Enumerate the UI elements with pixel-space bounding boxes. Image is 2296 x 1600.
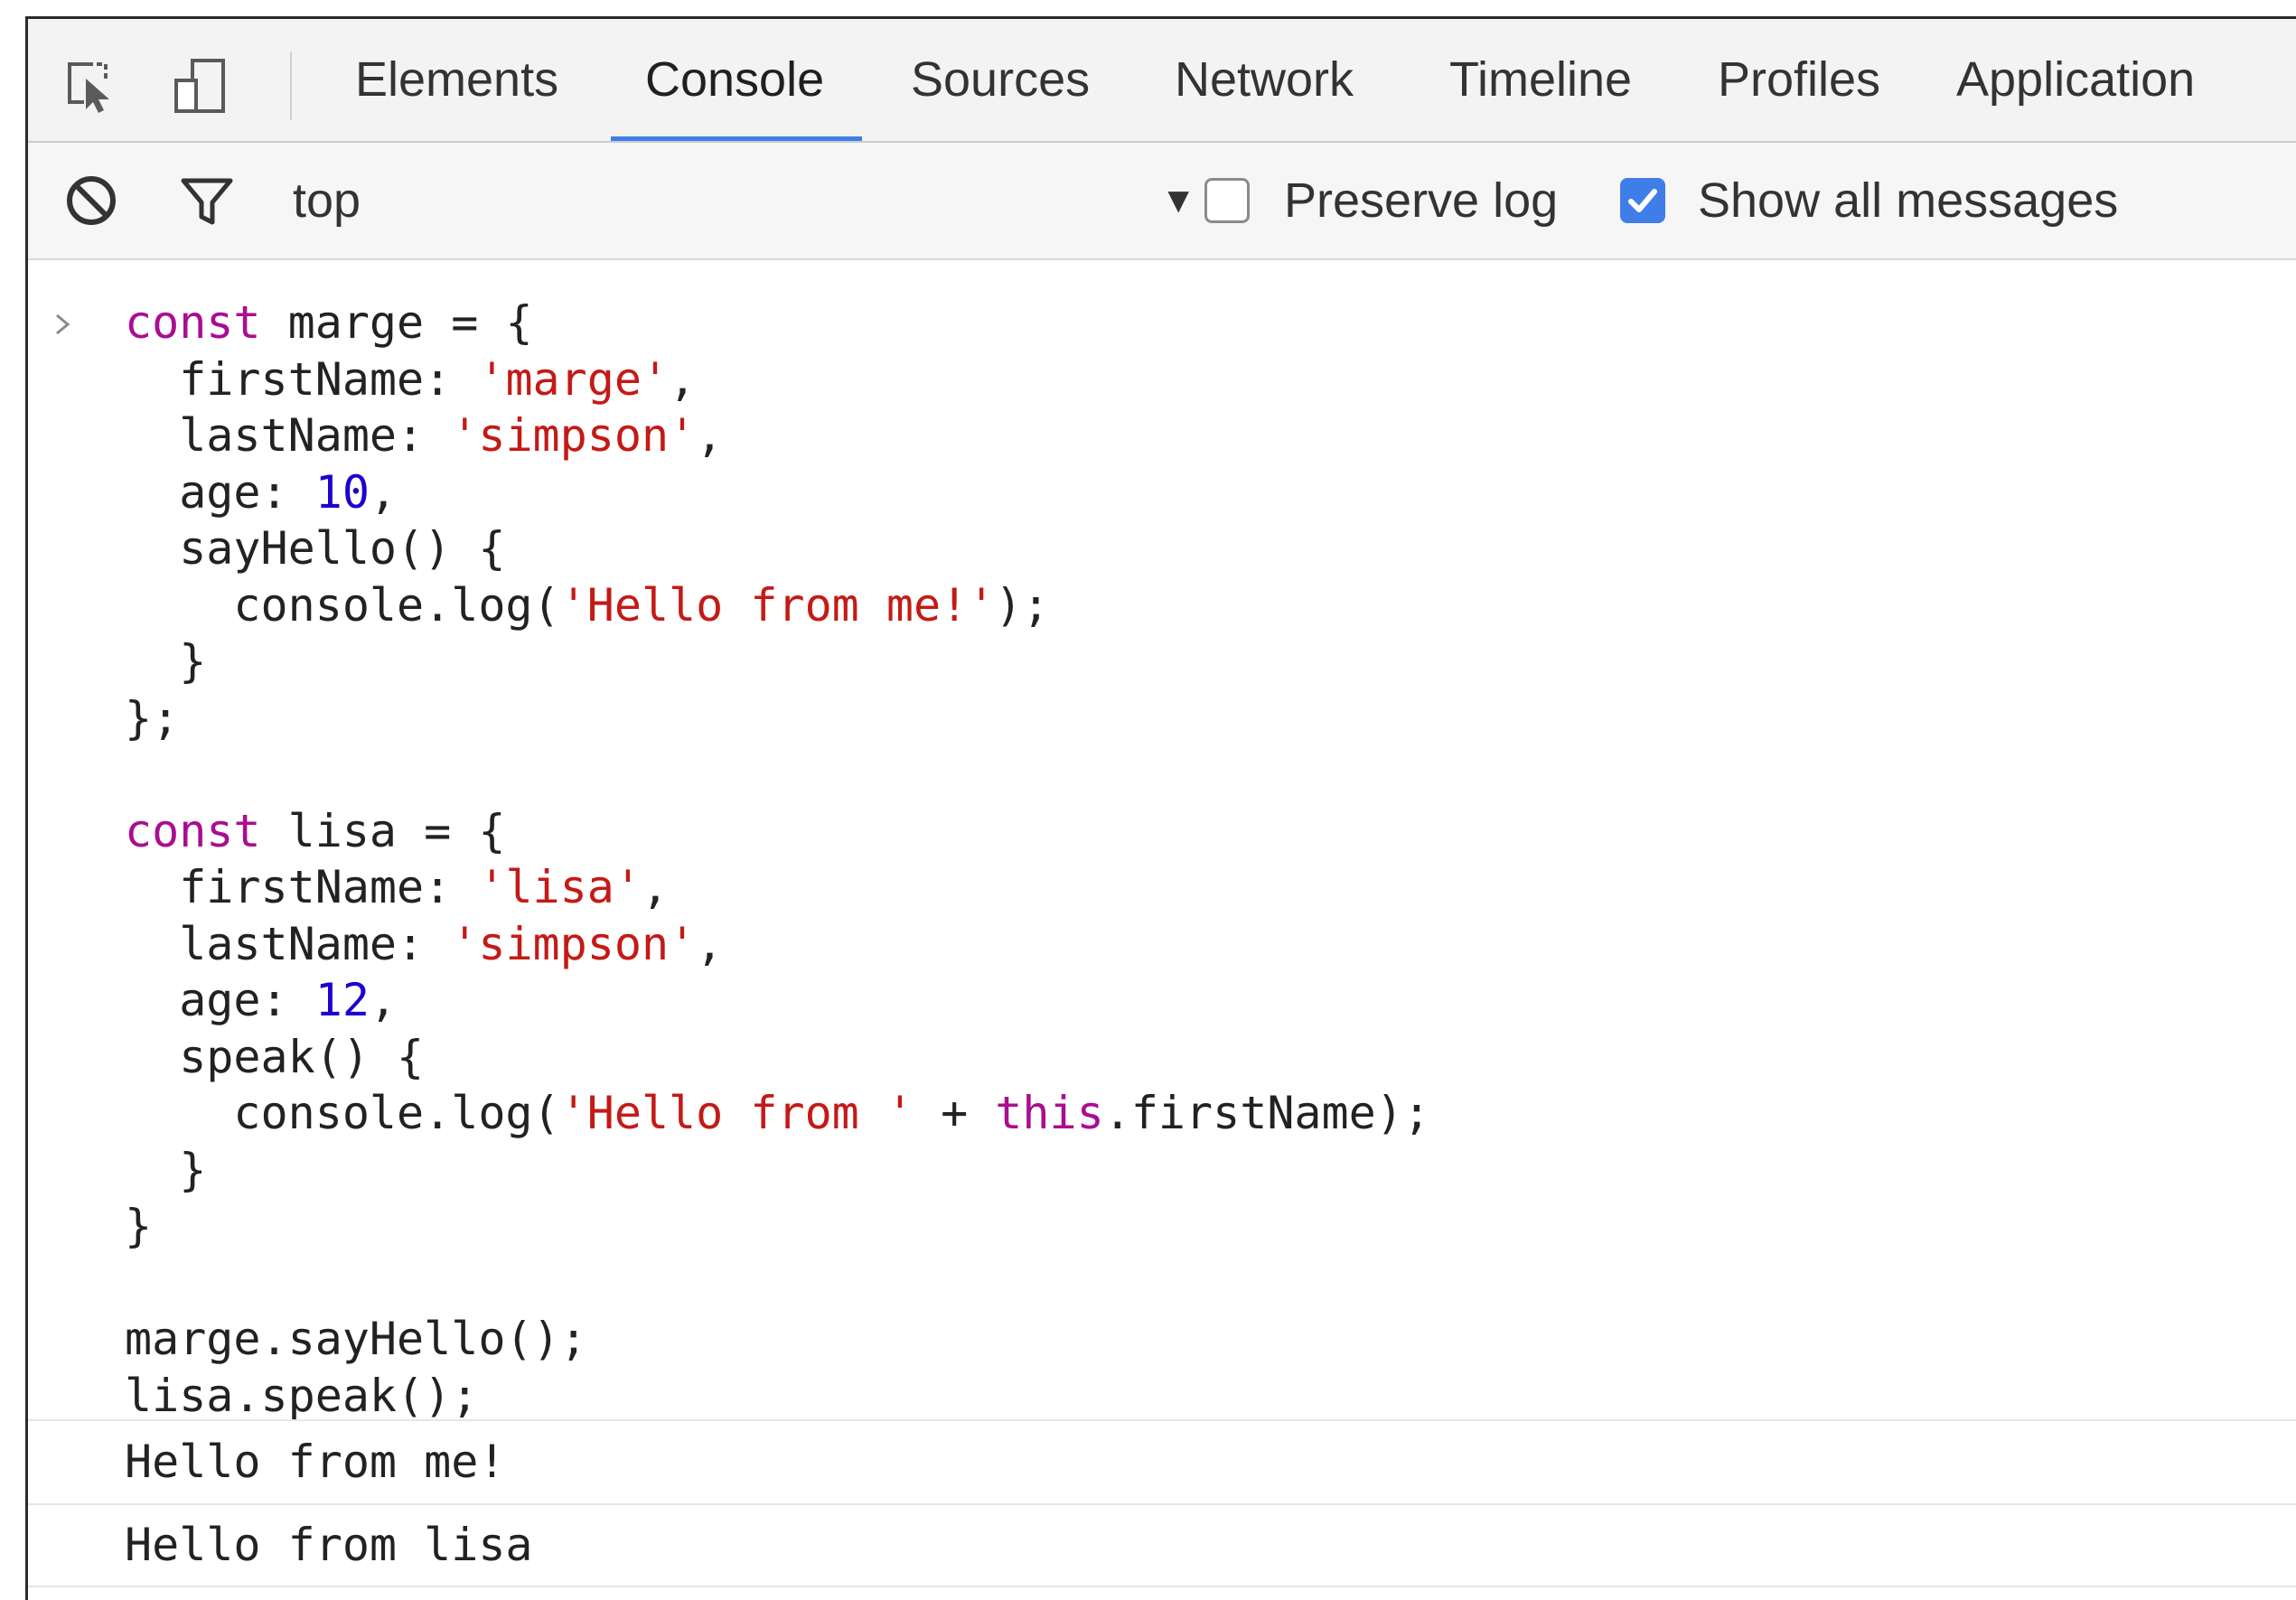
execution-context-select[interactable]: top ▼ — [293, 164, 1196, 237]
code-line: lastName: 'simpson', — [125, 409, 724, 462]
message-divider — [28, 1503, 2296, 1505]
code-line: } — [125, 1143, 207, 1196]
tab-application[interactable]: Application — [1956, 19, 2195, 141]
show-all-messages-label[interactable]: Show all messages — [1698, 164, 2118, 237]
code-line: lastName: 'simpson', — [125, 917, 724, 970]
code-line: }; — [125, 691, 180, 744]
tab-sources[interactable]: Sources — [911, 19, 1090, 141]
clear-console-button[interactable] — [62, 172, 120, 229]
code-line: lisa.speak(); — [125, 1369, 479, 1422]
code-line: firstName: 'lisa', — [125, 861, 670, 913]
show-all-messages-checkbox[interactable] — [1620, 178, 1665, 223]
devtools-tab-bar: Elements Console Sources Network Timelin… — [28, 19, 2296, 143]
preserve-log-label[interactable]: Preserve log — [1284, 164, 1558, 237]
message-divider — [28, 1419, 2296, 1421]
code-line: console.log('Hello from ' + this.firstNa… — [125, 1087, 1430, 1139]
inspect-element-icon — [68, 62, 109, 113]
code-line: const lisa = { — [125, 804, 506, 857]
tab-profiles[interactable]: Profiles — [1718, 19, 1880, 141]
checkmark-icon — [1628, 189, 1657, 212]
device-toolbar-button[interactable] — [173, 57, 230, 115]
console-input-code[interactable]: const marge = { firstName: 'marge', last… — [125, 295, 1430, 1424]
code-line: speak() { — [125, 1030, 425, 1083]
toolbar-divider — [290, 51, 292, 120]
filter-button[interactable] — [178, 172, 236, 229]
code-line: marge.sayHello(); — [125, 1313, 587, 1365]
prompt-chevron-icon — [56, 313, 70, 335]
console-toolbar: top ▼ Preserve log Show all messages — [28, 143, 2296, 260]
code-line: firstName: 'marge', — [125, 352, 697, 406]
console-messages[interactable]: const marge = { firstName: 'marge', last… — [28, 260, 2296, 1600]
code-line: age: 12, — [125, 974, 398, 1026]
message-divider — [28, 1586, 2296, 1587]
dropdown-arrow-icon: ▼ — [1160, 181, 1196, 220]
console-log-message: Hello from lisa — [125, 1519, 533, 1571]
execution-context-value: top — [293, 173, 361, 228]
clear-console-icon — [67, 176, 116, 225]
tab-elements[interactable]: Elements — [355, 19, 558, 141]
code-line: age: 10, — [125, 465, 398, 519]
filter-icon — [181, 178, 233, 225]
device-toolbar-icon — [174, 59, 225, 113]
code-line: } — [125, 635, 207, 688]
code-line: console.log('Hello from me!'); — [125, 578, 1050, 632]
tab-timeline[interactable]: Timeline — [1449, 19, 1632, 141]
preserve-log-checkbox[interactable] — [1204, 178, 1250, 223]
tab-console[interactable]: Console — [610, 19, 863, 141]
tab-network[interactable]: Network — [1175, 19, 1354, 141]
devtools-window: Elements Console Sources Network Timelin… — [25, 16, 2296, 1600]
code-line: const marge = { — [125, 296, 533, 349]
inspect-element-button[interactable] — [61, 57, 118, 115]
code-line: sayHello() { — [125, 522, 506, 575]
code-line: } — [125, 1200, 153, 1252]
console-log-message: Hello from me! — [125, 1436, 506, 1488]
